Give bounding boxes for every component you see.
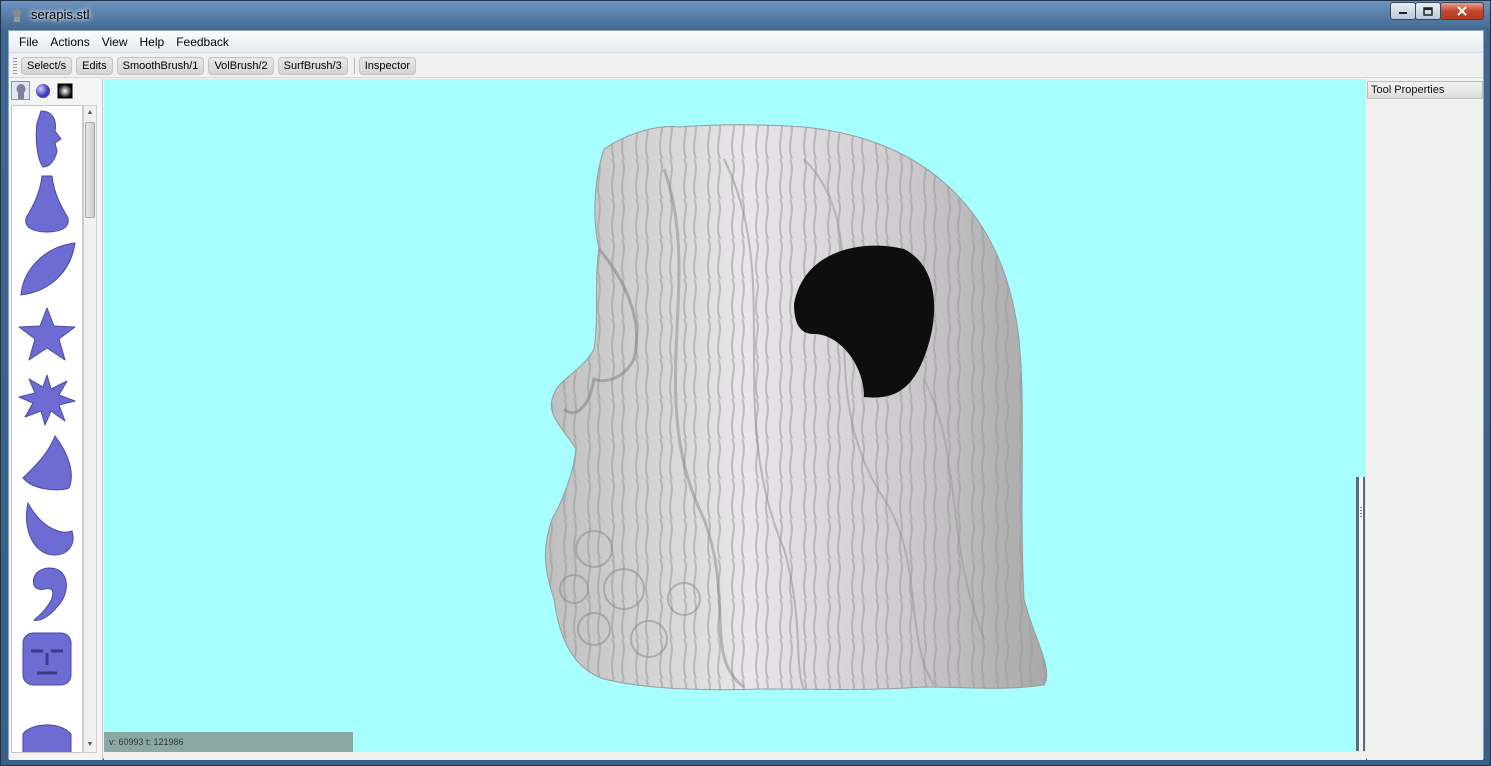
sculpture-model [545, 124, 1048, 691]
app-icon [13, 8, 21, 22]
minimize-button[interactable] [1390, 2, 1416, 20]
tool-properties-panel: Tool Properties [1367, 79, 1483, 760]
window-controls [1390, 2, 1484, 20]
hook-icon [32, 567, 67, 621]
title-bar[interactable]: serapis.stl [1, 1, 1490, 29]
shape-item[interactable] [14, 432, 80, 496]
surf-brush-button[interactable]: SurfBrush/3 [277, 56, 348, 75]
maximize-button[interactable] [1415, 2, 1441, 20]
scroll-up-icon[interactable]: ▲ [84, 106, 96, 120]
panel-splitter[interactable] [1356, 477, 1365, 751]
palette-tabs [11, 81, 77, 101]
shape-item[interactable] [14, 302, 80, 366]
head-icon [16, 83, 25, 99]
dome-icon [22, 724, 72, 752]
scroll-down-icon[interactable]: ▼ [84, 738, 96, 752]
star-icon [18, 307, 76, 361]
client-area: File Actions View Help Feedback Select/s… [8, 30, 1484, 760]
vol-brush-button[interactable]: VolBrush/2 [208, 56, 274, 75]
shape-list [11, 105, 83, 753]
menu-help[interactable]: Help [134, 33, 171, 51]
shape-item[interactable] [14, 692, 80, 752]
app-window: serapis.stl File Actions View Help Feedb… [0, 0, 1491, 766]
shape-item[interactable] [14, 627, 80, 691]
tab-spheres[interactable] [33, 81, 52, 100]
mask-face-icon [22, 632, 72, 686]
splat-icon [18, 374, 76, 426]
tab-heads[interactable] [11, 81, 30, 100]
leaf-icon [20, 242, 76, 296]
shape-item[interactable] [14, 367, 80, 431]
viewport-bottom-edge [104, 752, 1366, 760]
toolbar: Select/s Edits SmoothBrush/1 VolBrush/2 … [9, 54, 1483, 78]
scroll-thumb[interactable] [85, 122, 95, 218]
close-icon [1457, 6, 1467, 16]
tool-properties-header[interactable]: Tool Properties [1367, 81, 1483, 99]
gradient-square-icon [57, 83, 72, 98]
menu-bar: File Actions View Help Feedback [9, 31, 1483, 53]
toolbar-grip[interactable] [13, 57, 17, 74]
menu-actions[interactable]: Actions [44, 33, 95, 51]
crescent-icon [22, 435, 72, 491]
face-icon [35, 110, 62, 168]
shape-item[interactable] [14, 172, 80, 236]
tab-textures[interactable] [55, 81, 74, 100]
menu-view[interactable]: View [96, 33, 134, 51]
close-button[interactable] [1440, 2, 1484, 20]
minimize-icon [1399, 12, 1407, 14]
edits-button[interactable]: Edits [76, 56, 113, 75]
toolbar-separator [353, 57, 355, 74]
mesh-stats: v: 60993 t: 121986 [104, 732, 353, 752]
shape-item[interactable] [14, 562, 80, 626]
maximize-icon [1423, 6, 1433, 16]
select-button[interactable]: Select/s [21, 56, 73, 75]
shape-item[interactable] [14, 497, 80, 561]
3d-viewport[interactable]: v: 60993 t: 121986 [104, 79, 1366, 752]
palette-scrollbar[interactable]: ▲ ▼ [83, 105, 97, 753]
shape-palette: ▲ ▼ [9, 79, 103, 760]
splitter-grip [1360, 507, 1362, 517]
sphere-icon [35, 83, 50, 98]
window-title: serapis.stl [31, 7, 90, 22]
nose-icon [25, 175, 69, 233]
shape-item[interactable] [14, 107, 80, 171]
shape-item[interactable] [14, 237, 80, 301]
horn-icon [26, 501, 74, 556]
menu-file[interactable]: File [13, 33, 44, 51]
smooth-brush-button[interactable]: SmoothBrush/1 [116, 56, 205, 75]
inspector-button[interactable]: Inspector [358, 56, 416, 75]
menu-feedback[interactable]: Feedback [170, 33, 235, 51]
